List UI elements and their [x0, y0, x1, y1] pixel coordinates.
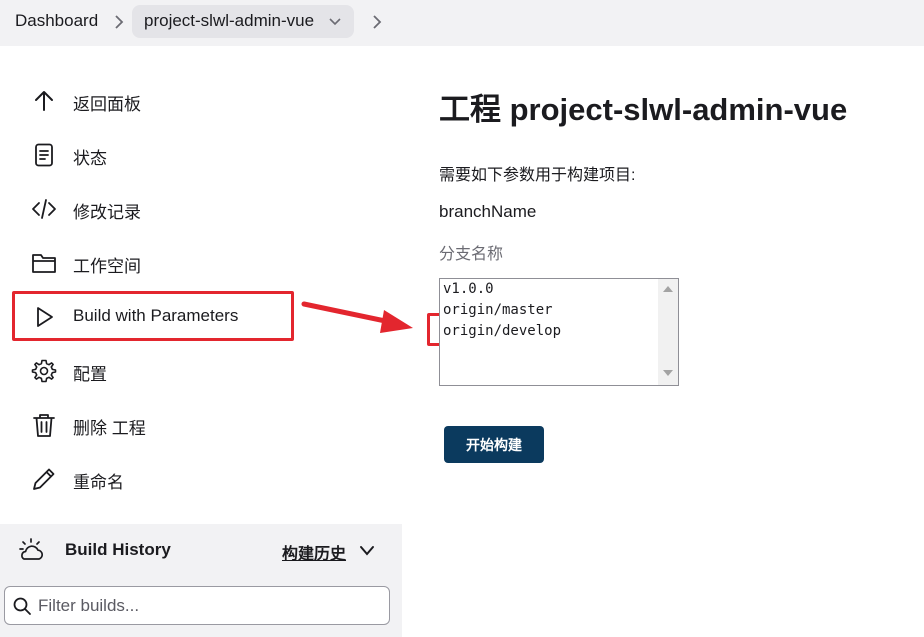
breadcrumb-dashboard-link[interactable]: Dashboard: [15, 11, 98, 31]
scroll-up-arrow-icon[interactable]: [663, 286, 673, 292]
filter-builds-input[interactable]: [38, 593, 378, 619]
listbox-option[interactable]: origin/master: [443, 302, 553, 318]
annotation-arrow-icon: [301, 301, 413, 333]
pencil-icon: [33, 468, 55, 490]
breadcrumb-project-label: project-slwl-admin-vue: [144, 11, 315, 30]
start-build-button[interactable]: 开始构建: [444, 426, 544, 463]
sidebar-item-label: 修改记录: [73, 203, 141, 222]
gear-icon: [31, 359, 57, 383]
folder-icon: [32, 254, 56, 273]
document-icon: [35, 143, 53, 167]
sidebar-item-delete-project[interactable]: 删除 工程: [14, 400, 292, 450]
listbox-option[interactable]: v1.0.0: [443, 281, 494, 297]
param-description: 分支名称: [439, 246, 504, 263]
chevron-down-icon[interactable]: [328, 15, 342, 29]
arrow-up-icon: [35, 91, 53, 111]
param-name: branchName: [439, 202, 537, 221]
listbox-scrollbar[interactable]: [658, 279, 678, 385]
sidebar-item-label: 删除 工程: [73, 419, 146, 438]
sidebar-item-back-to-dashboard[interactable]: 返回面板: [14, 76, 292, 126]
breadcrumb-project[interactable]: project-slwl-admin-vue: [132, 5, 354, 38]
chevron-right-icon: [115, 15, 124, 29]
sidebar-item-status[interactable]: 状态: [14, 130, 292, 180]
sidebar-item-label: 重命名: [73, 473, 124, 492]
chevron-right-icon: [373, 15, 382, 29]
breadcrumb: Dashboard project-slwl-admin-vue: [0, 0, 924, 46]
sidebar-item-workspace[interactable]: 工作空间: [14, 238, 292, 288]
filter-area: [0, 576, 402, 637]
sidebar-item-label: 配置: [73, 365, 107, 384]
search-icon: [13, 597, 31, 615]
annotation-highlight-sidebar: [12, 291, 294, 341]
trash-icon: [33, 414, 55, 437]
filter-builds-field[interactable]: [4, 586, 390, 625]
branch-select-listbox[interactable]: v1.0.0 origin/master origin/develop: [439, 278, 679, 386]
listbox-option[interactable]: origin/develop: [443, 323, 561, 339]
weather-cloud-icon: [19, 538, 44, 560]
code-icon: [32, 199, 56, 219]
chevron-down-icon[interactable]: [359, 544, 375, 558]
sidebar-item-changes[interactable]: 修改记录: [14, 184, 292, 234]
sidebar-item-label: 工作空间: [73, 257, 141, 276]
build-history-link[interactable]: 构建历史: [282, 540, 346, 564]
page-title: 工程 project-slwl-admin-vue: [439, 92, 848, 127]
params-intro-text: 需要如下参数用于构建项目:: [439, 167, 636, 184]
sidebar-item-label: 返回面板: [73, 95, 141, 114]
sidebar-item-rename[interactable]: 重命名: [14, 454, 292, 504]
build-history-title: Build History: [65, 540, 171, 559]
build-history-header: Build History 构建历史: [0, 524, 402, 576]
sidebar-item-label: 状态: [73, 149, 107, 168]
sidebar-item-configure[interactable]: 配置: [14, 346, 292, 396]
scroll-down-arrow-icon[interactable]: [663, 370, 673, 376]
